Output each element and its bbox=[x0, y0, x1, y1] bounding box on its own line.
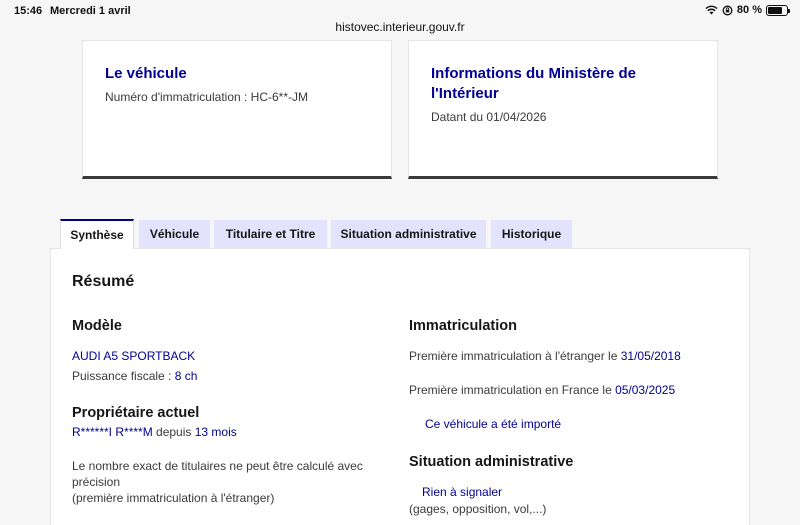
status-date: Mercredi 1 avril bbox=[50, 5, 131, 17]
vehicle-card: Le véhicule Numéro d'immatriculation : H… bbox=[82, 40, 392, 179]
tab-situation-administrative[interactable]: Situation administrative bbox=[331, 220, 486, 248]
owner-heading: Propriétaire actuel bbox=[72, 405, 200, 421]
registration-heading: Immatriculation bbox=[409, 318, 517, 334]
tab-titulaire-et-titre[interactable]: Titulaire et Titre bbox=[214, 220, 327, 248]
owner-name: R******I R****M bbox=[72, 425, 153, 439]
owner-since-label: depuis bbox=[152, 425, 195, 439]
owner-note-line2: précision bbox=[72, 475, 121, 489]
battery-icon bbox=[766, 4, 790, 16]
imported-vehicle-link[interactable]: Ce véhicule a été importé bbox=[425, 416, 561, 432]
model-name-link[interactable]: AUDI A5 SPORTBACK bbox=[72, 348, 195, 364]
orientation-lock-icon bbox=[722, 5, 733, 15]
admin-status-detail: (gages, opposition, vol,...) bbox=[409, 502, 547, 516]
fiscal-power-label: Puissance fiscale : bbox=[72, 369, 175, 383]
summary-title: Résumé bbox=[72, 273, 135, 290]
ministry-card-date: Datant du 01/04/2026 bbox=[431, 110, 547, 124]
admin-status-link[interactable]: Rien à signaler bbox=[422, 484, 502, 500]
status-right: 80 % bbox=[705, 4, 790, 16]
owner-line: R******I R****M depuis 13 mois bbox=[72, 424, 237, 440]
ministry-card-title-line2: l'Intérieur bbox=[431, 85, 499, 102]
first-registration-france-date: 05/03/2025 bbox=[615, 383, 676, 397]
first-registration-foreign: Première immatriculation à l'étranger le… bbox=[409, 348, 681, 364]
first-registration-france: Première immatriculation en France le 05… bbox=[409, 382, 675, 398]
model-heading: Modèle bbox=[72, 318, 122, 334]
tab-synthese[interactable]: Synthèse bbox=[60, 219, 134, 249]
battery-percent: 80 % bbox=[736, 4, 762, 16]
ministry-card: Informations du Ministère de l'Intérieur… bbox=[408, 40, 718, 179]
url-bar[interactable]: histovec.interieur.gouv.fr bbox=[0, 18, 800, 38]
first-registration-foreign-date: 31/05/2018 bbox=[620, 349, 681, 363]
fiscal-power: Puissance fiscale : 8 ch bbox=[72, 368, 197, 384]
owner-note-line1: Le nombre exact de titulaires ne peut êt… bbox=[72, 459, 363, 473]
admin-status-heading: Situation administrative bbox=[409, 454, 574, 470]
tab-historique[interactable]: Historique bbox=[491, 220, 572, 248]
status-time: 15:46 bbox=[14, 5, 43, 17]
tab-vehicule[interactable]: Véhicule bbox=[139, 220, 210, 248]
owner-note-line3: (première immatriculation à l'étranger) bbox=[72, 491, 275, 505]
url-text: histovec.interieur.gouv.fr bbox=[335, 20, 465, 34]
first-registration-foreign-label: Première immatriculation à l'étranger le bbox=[409, 349, 621, 363]
ministry-card-title-line1: Informations du Ministère de bbox=[431, 65, 637, 82]
owner-since-value: 13 mois bbox=[194, 425, 237, 439]
first-registration-france-label: Première immatriculation en France le bbox=[409, 383, 616, 397]
vehicle-plate-number: Numéro d'immatriculation : HC-6**-JM bbox=[105, 90, 309, 104]
fiscal-power-value: 8 ch bbox=[174, 369, 198, 383]
vehicle-card-title: Le véhicule bbox=[105, 65, 187, 82]
wifi-icon bbox=[705, 5, 718, 15]
